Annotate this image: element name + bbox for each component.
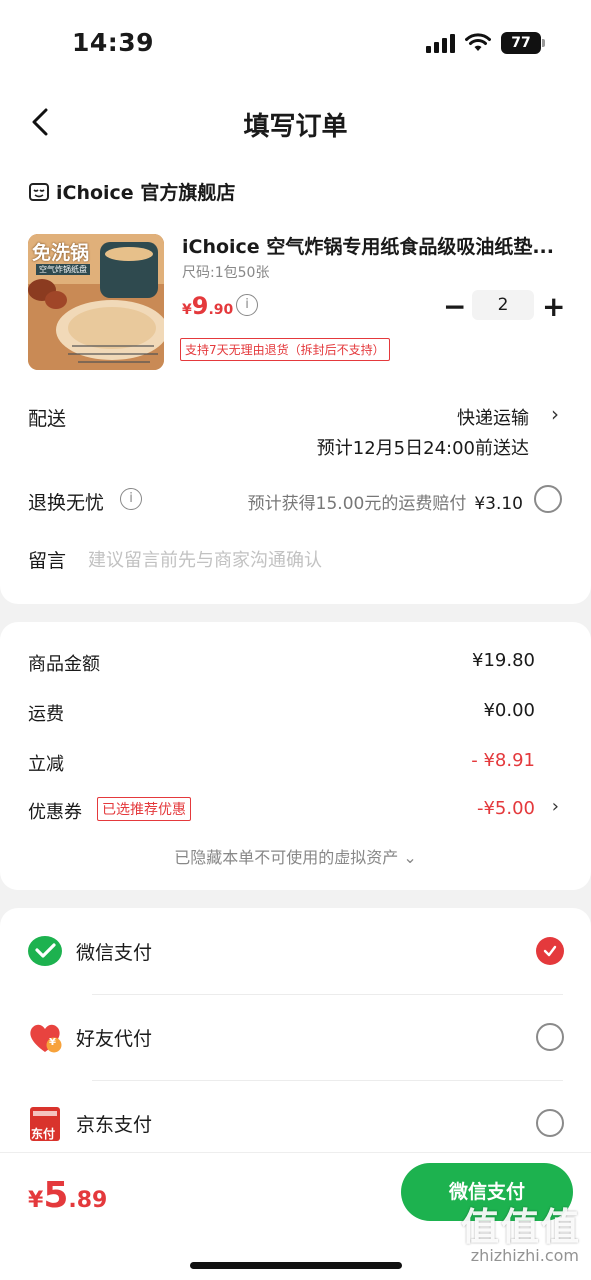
shop-name: iChoice 官方旗舰店 xyxy=(56,182,236,204)
status-icons: 77 xyxy=(426,32,545,54)
battery-icon: 77 xyxy=(501,32,545,54)
amount-card: 商品金额 ¥19.80 运费 ¥0.00 立减 - ¥8.91 优惠券 已选推荐… xyxy=(0,622,591,890)
product-title[interactable]: iChoice 空气炸锅专用纸食品级吸油纸垫... xyxy=(182,232,562,259)
shop-icon xyxy=(29,182,49,201)
product-price: ¥9.90 xyxy=(182,292,233,320)
payment-label-wechat: 微信支付 xyxy=(76,942,153,964)
exchange-price: ¥3.10 xyxy=(474,494,523,514)
total-currency: ¥ xyxy=(28,1188,44,1213)
delivery-label: 配送 xyxy=(28,408,67,430)
goods-amount-label: 商品金额 xyxy=(28,654,100,675)
watermark-url: zhizhizhi.com xyxy=(470,1246,579,1265)
price-decimal: .90 xyxy=(208,302,234,318)
discount-value: - ¥8.91 xyxy=(471,750,535,771)
price-currency: ¥ xyxy=(182,302,192,318)
shipping-label: 运费 xyxy=(28,704,64,725)
product-image-title: 免洗锅 xyxy=(32,242,90,264)
total-integer: 5 xyxy=(43,1175,69,1216)
check-icon xyxy=(543,945,557,957)
shop-row[interactable]: iChoice 官方旗舰店 xyxy=(28,178,235,205)
friend-pay-heart-icon xyxy=(30,1024,62,1053)
goods-amount-value: ¥19.80 xyxy=(472,650,535,671)
discount-label: 立减 xyxy=(28,754,64,775)
nav-bar: 填写订单 xyxy=(0,88,591,158)
payment-option-friend[interactable]: ¥ 好友代付 xyxy=(0,994,591,1080)
coupon-tag: 已选推荐优惠 xyxy=(97,797,191,821)
friend-pay-icon-text: ¥ xyxy=(49,1037,56,1048)
price-info-icon[interactable]: i xyxy=(236,294,258,316)
quantity-plus-button[interactable]: + xyxy=(542,290,565,323)
hidden-assets-toggle[interactable]: 已隐藏本单不可使用的虚拟资产 ⌄ xyxy=(0,844,591,868)
message-label: 留言 xyxy=(28,550,67,572)
product-image-subtitle: 空气炸锅纸盘 xyxy=(36,264,90,275)
exchange-desc-text: 预计获得15.00元的运费赔付 xyxy=(247,494,467,514)
return-policy-badge: 支持7天无理由退货（拆封后不支持） xyxy=(180,338,390,361)
exchange-desc: 预计获得15.00元的运费赔付 ¥3.10 xyxy=(248,489,523,514)
page-title: 填写订单 xyxy=(243,112,348,142)
status-time: 14:39 xyxy=(72,28,155,57)
payment-option-wechat[interactable]: 微信支付 xyxy=(0,908,591,994)
watermark-logo: 值值值 xyxy=(460,1205,581,1249)
quantity-minus-button[interactable]: − xyxy=(443,290,466,323)
payment-label-friend: 好友代付 xyxy=(76,1028,153,1050)
radio-friend[interactable] xyxy=(536,1023,564,1051)
coupon-chevron-icon[interactable]: › xyxy=(552,796,559,817)
jd-pay-icon-text: 东付 xyxy=(31,1127,56,1141)
exchange-label: 退换无忧 xyxy=(28,492,105,514)
product-image[interactable]: 免洗锅 空气炸锅纸盘 xyxy=(28,234,164,370)
exchange-radio[interactable] xyxy=(534,485,562,513)
delivery-estimate: 预计12月5日24:00前送达 xyxy=(316,438,529,459)
delivery-method[interactable]: 快递运输 xyxy=(457,404,529,430)
signal-icon xyxy=(426,33,455,53)
coupon-value[interactable]: -¥5.00 xyxy=(477,798,535,819)
coupon-label: 优惠券 xyxy=(28,802,82,823)
radio-jd[interactable] xyxy=(536,1109,564,1137)
total-decimal: .89 xyxy=(68,1188,108,1213)
order-card: iChoice 官方旗舰店 免洗锅 空气炸锅纸盘 iChoice 空气炸锅专用纸… xyxy=(0,150,591,604)
message-input[interactable]: 建议留言前先与商家沟通确认 xyxy=(88,546,322,572)
wechat-pay-icon xyxy=(28,936,62,966)
total-price: ¥5.89 xyxy=(28,1175,107,1216)
shipping-value: ¥0.00 xyxy=(483,700,535,721)
price-integer: 9 xyxy=(191,292,209,320)
home-indicator xyxy=(190,1262,402,1269)
exchange-info-icon[interactable]: i xyxy=(120,488,142,510)
chevron-right-icon[interactable]: › xyxy=(551,402,559,426)
product-spec[interactable]: 尺码:1包50张 xyxy=(182,262,269,282)
payment-label-jd: 京东支付 xyxy=(76,1114,153,1136)
status-bar: 14:39 77 xyxy=(0,0,591,88)
quantity-input[interactable]: 2 xyxy=(472,290,534,320)
radio-selected-wechat[interactable] xyxy=(536,937,564,965)
wifi-icon xyxy=(465,33,491,51)
